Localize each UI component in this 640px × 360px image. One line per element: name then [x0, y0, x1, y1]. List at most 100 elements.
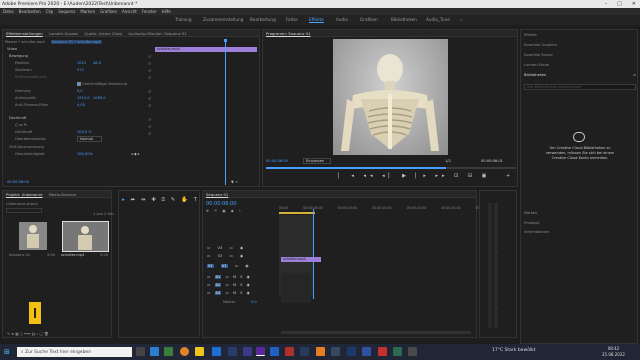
- app-icon-14[interactable]: [393, 347, 402, 356]
- app-icon-5[interactable]: [243, 347, 252, 356]
- workspace-effekte[interactable]: Effekte: [309, 17, 324, 23]
- workspace-audio-tune[interactable]: Audio_Tune: [426, 17, 450, 22]
- workspace-more-icon[interactable]: »: [460, 17, 463, 22]
- panel-lumetri-farbe[interactable]: Lumetri-Farbe: [524, 63, 549, 67]
- libraries-title[interactable]: Bibliotheken: [524, 73, 546, 77]
- quality-select[interactable]: 1/2: [445, 159, 451, 163]
- project-footer-icons[interactable]: ✎ ≡ ▦ ○ ━━━ ▤ ⌕ ▢ 🗑: [7, 332, 49, 336]
- app-icon-2[interactable]: [164, 347, 173, 356]
- libraries-search-input[interactable]: Alle Bibliotheken durchsuchen: [524, 84, 636, 90]
- track-v3-controls[interactable]: ▭ V3 ▭ ◉: [207, 246, 243, 250]
- fx-deckkraft-value[interactable]: 100,0 %: [77, 130, 92, 134]
- maximize-button[interactable]: □: [617, 1, 622, 7]
- tab-audioclip-mischer[interactable]: Audioclip-Mischer: Sequenz 01: [128, 31, 186, 36]
- fx-position-x[interactable]: 1012: [77, 61, 86, 65]
- track-v1-controls[interactable]: V1 V1 ▭ ◉: [207, 264, 248, 268]
- app-icon-11[interactable]: [347, 347, 356, 356]
- menu-datei[interactable]: Datei: [3, 9, 14, 14]
- mask-tools-icons[interactable]: ○ ▭ ✎: [15, 123, 27, 127]
- tab-sequenz-01[interactable]: Sequenz 01: [206, 192, 228, 197]
- tab-quelle[interactable]: Quelle: (keine Clips): [84, 31, 122, 36]
- windows-start-icon[interactable]: ⊞: [4, 348, 10, 356]
- timeline-horizontal-scrollbar[interactable]: [281, 331, 471, 334]
- menu-hilfe[interactable]: Hilfe: [162, 9, 171, 14]
- task-view-icon[interactable]: [136, 347, 145, 356]
- blend-mode-select[interactable]: Normal: [77, 136, 103, 142]
- track-a2-controls[interactable]: ▭ A2 ▭ M S ◉: [207, 283, 250, 287]
- app-icon-13[interactable]: [378, 347, 387, 356]
- fx-antiflimmer-value[interactable]: 0,00: [77, 103, 85, 107]
- panel-protokoll[interactable]: Protokoll: [524, 221, 539, 225]
- project-search-input[interactable]: [6, 208, 42, 213]
- effect-timecode[interactable]: 00:00:06:00: [7, 180, 29, 184]
- fx-bewegung-label[interactable]: Bewegung: [9, 54, 28, 58]
- menu-sequenz[interactable]: Sequenz: [58, 9, 75, 14]
- panel-essential-sound[interactable]: Essential Sound: [524, 53, 553, 57]
- taskbar-search-input[interactable]: ⌕ Zur Suche Text hier eingeben: [17, 347, 132, 357]
- clip-name[interactable]: schulter.mp4: [61, 253, 84, 257]
- file-explorer-icon[interactable]: [195, 347, 204, 356]
- menu-bearbeiten[interactable]: Bearbeiten: [19, 9, 41, 14]
- fx-ankerpunkt-x[interactable]: 1910,0: [77, 96, 90, 100]
- effect-playhead-handle[interactable]: [224, 39, 227, 42]
- program-title[interactable]: Programm: Sequenz 01: [266, 31, 311, 36]
- workspace-grafiken[interactable]: Grafiken: [360, 17, 378, 22]
- fx-drehung-value[interactable]: 0,0: [77, 89, 83, 93]
- menu-clip[interactable]: Clip: [46, 9, 54, 14]
- reset-icons[interactable]: ↺ ↺ ↺ ↺ ↺ ↺ ↺ ↺ ↺ ↺: [148, 54, 151, 138]
- panel-effekte[interactable]: Effekte: [524, 33, 537, 37]
- menu-fenster[interactable]: Fenster: [142, 9, 157, 14]
- workspace-bibliotheken[interactable]: Bibliotheken: [391, 17, 417, 22]
- app-icon-3[interactable]: [212, 347, 221, 356]
- app-icon-8[interactable]: [300, 347, 309, 356]
- sequence-thumbnail[interactable]: [19, 222, 47, 250]
- minimize-button[interactable]: –: [605, 1, 608, 7]
- workspace-zusammenstellung[interactable]: Zusammenstellung: [203, 17, 243, 22]
- fx-uniform-scale[interactable]: Gleichmäßige Skalierung: [77, 82, 127, 86]
- effect-playhead[interactable]: [225, 40, 226, 185]
- timeline-clip-v1[interactable]: schulter.mp4: [281, 257, 321, 262]
- tab-effekteinstellungen[interactable]: Effekteinstellungen: [6, 31, 43, 36]
- tab-lumetri-scopes[interactable]: Lumetri-Scopes: [49, 31, 79, 36]
- panel-informationen[interactable]: Informationen: [524, 230, 549, 234]
- menu-marken[interactable]: Marken: [80, 9, 95, 14]
- libraries-menu-icon[interactable]: ≡: [633, 73, 636, 77]
- clip-path-sequence[interactable]: Sequenz 01 * schulter.mp4: [51, 40, 102, 44]
- menu-ansicht[interactable]: Ansicht: [122, 9, 137, 14]
- tab-projekt[interactable]: Projekt: Unbenannt: [6, 192, 43, 197]
- workspace-bearbeitung[interactable]: Bearbeitung: [250, 17, 276, 22]
- timeline-ruler[interactable]: 00:00 00:00:05:00 00:00:10:00 00:00:15:0…: [279, 206, 495, 210]
- clip-path-master[interactable]: Master * schulter.mp4: [5, 40, 45, 44]
- track-a1-controls[interactable]: ▭ A1 ▭ M S ◉: [207, 275, 250, 279]
- app-icon-10[interactable]: [331, 347, 340, 356]
- app-icon-6[interactable]: [270, 347, 279, 356]
- filter-icon[interactable]: ▼ ↗: [231, 180, 238, 184]
- timeline-playhead[interactable]: [313, 209, 314, 299]
- app-icon-9[interactable]: [316, 347, 325, 356]
- app-icon-1[interactable]: [150, 347, 159, 356]
- timeline-timecode[interactable]: 00:00:06:00: [206, 201, 237, 207]
- sequence-name[interactable]: Sequenz 01: [9, 253, 30, 257]
- track-a3-controls[interactable]: ▭ A3 ▭ M S ◉: [207, 291, 250, 295]
- fit-select[interactable]: Einpassen: [303, 158, 332, 164]
- app-icon-15[interactable]: [408, 347, 417, 356]
- fx-deckkraft-section[interactable]: Deckkraft: [9, 116, 26, 120]
- workspace-training[interactable]: Training: [175, 17, 192, 22]
- work-area-bar[interactable]: [279, 212, 315, 214]
- tool-icons[interactable]: ▸ ⬌ ⇹ ✚ ⌸ ✎ ✋ T: [122, 197, 199, 204]
- premiere-pro-icon[interactable]: [256, 347, 265, 356]
- program-video-frame[interactable]: [333, 39, 448, 155]
- keyframe-nav-icons[interactable]: ◂ ◆ ▸: [131, 152, 140, 156]
- workspace-audio[interactable]: Audio: [336, 17, 348, 22]
- close-button[interactable]: ✕: [632, 1, 636, 7]
- fx-skalieren-value[interactable]: 472: [77, 68, 84, 72]
- tool-highlight-icon[interactable]: [29, 302, 41, 324]
- panel-essential-graphics[interactable]: Essential Graphics: [524, 43, 557, 47]
- fx-geschwindigkeit-value[interactable]: 100,00%: [77, 152, 93, 156]
- firefox-icon[interactable]: [180, 347, 189, 356]
- transport-controls[interactable]: ▏ ◂ ◂◂ ◂▏ ▶ ▏▸ ▸▸ ⊡ ⊟ ▣: [338, 173, 490, 179]
- fx-position-y[interactable]: 46.0: [93, 61, 101, 65]
- fx-zeit-neuzuordnung[interactable]: Zeit-Neuzuordnung: [9, 145, 44, 149]
- uniform-scale-checkbox[interactable]: [77, 82, 81, 86]
- menu-grafiken[interactable]: Grafiken: [100, 9, 117, 14]
